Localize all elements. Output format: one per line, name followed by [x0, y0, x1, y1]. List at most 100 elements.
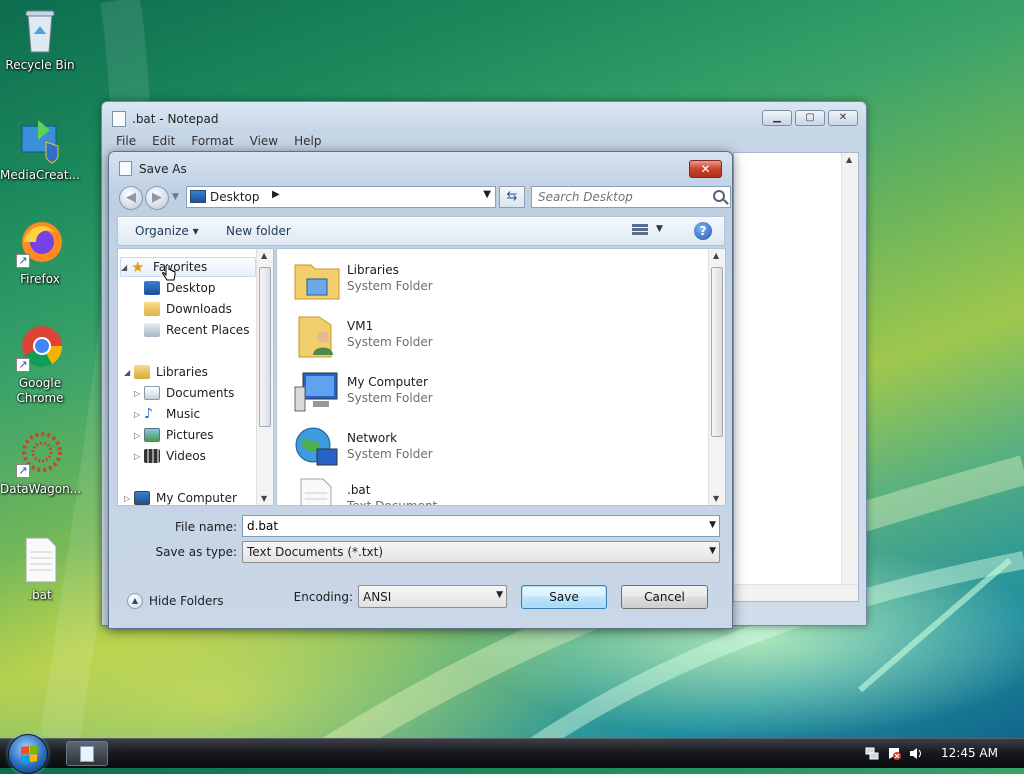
- organize-button[interactable]: Organize ▾: [135, 224, 199, 238]
- notepad-title: .bat - Notepad: [132, 112, 219, 126]
- views-icon[interactable]: [632, 223, 648, 239]
- collapse-arrow-icon[interactable]: ◢: [124, 368, 134, 377]
- nav-label: Videos: [166, 449, 206, 463]
- nav-item-libraries[interactable]: ◢ Libraries: [124, 362, 208, 382]
- desktop-icon-mediacreation[interactable]: MediaCreat...: [0, 116, 80, 183]
- search-box[interactable]: [531, 186, 731, 208]
- menu-view[interactable]: View: [242, 132, 286, 152]
- help-button[interactable]: ?: [694, 222, 712, 240]
- nav-item-music[interactable]: ▷ ♪ Music: [134, 404, 200, 424]
- volume-icon[interactable]: [909, 747, 923, 760]
- nav-item-downloads[interactable]: Downloads: [144, 299, 232, 319]
- save-as-type-select[interactable]: Text Documents (*.txt) ▼: [242, 541, 720, 563]
- chevron-up-icon: ▲: [127, 593, 143, 609]
- address-dropdown-icon[interactable]: ▼: [483, 189, 491, 200]
- file-name-input[interactable]: [247, 519, 687, 533]
- search-icon[interactable]: [713, 190, 725, 202]
- chevron-down-icon[interactable]: ▼: [709, 546, 716, 556]
- notepad-vertical-scrollbar[interactable]: ▲: [841, 153, 858, 601]
- network-globe-icon: [293, 425, 341, 471]
- expand-arrow-icon[interactable]: ▷: [124, 494, 134, 503]
- expand-arrow-icon[interactable]: ▷: [134, 410, 144, 419]
- recycle-bin-icon: [16, 6, 64, 54]
- close-button[interactable]: ✕: [828, 110, 858, 126]
- desktop-icon-label: Google Chrome: [16, 376, 64, 405]
- collapse-arrow-icon[interactable]: ◢: [121, 263, 131, 272]
- nav-label: Libraries: [156, 365, 208, 379]
- menu-help[interactable]: Help: [286, 132, 329, 152]
- dialog-close-button[interactable]: ✕: [689, 160, 722, 178]
- nav-item-recent-places[interactable]: Recent Places: [144, 320, 249, 340]
- address-bar[interactable]: Desktop ▶ ▼: [186, 186, 496, 208]
- file-item-bat[interactable]: .bat Text Document: [293, 475, 593, 505]
- scrollbar-thumb[interactable]: [259, 267, 271, 427]
- network-icon[interactable]: [865, 747, 879, 760]
- refresh-button[interactable]: ⇆: [499, 186, 525, 208]
- taskbar-notepad-button[interactable]: [66, 741, 108, 766]
- file-name: Network: [347, 431, 398, 445]
- computer-icon: [134, 491, 150, 505]
- nav-item-videos[interactable]: ▷ Videos: [134, 446, 206, 466]
- scroll-up-icon[interactable]: ▲: [846, 155, 852, 164]
- forward-button[interactable]: ▶: [145, 186, 169, 210]
- breadcrumb-chevron-icon[interactable]: ▶: [272, 189, 280, 200]
- taskbar-clock[interactable]: 12:45 AM: [941, 746, 998, 760]
- file-name: .bat: [347, 483, 371, 497]
- taskbar: 12:45 AM: [0, 734, 1024, 774]
- minimize-button[interactable]: ▁: [762, 110, 792, 126]
- nav-label: Documents: [166, 386, 235, 400]
- back-button[interactable]: ◀: [119, 186, 143, 210]
- scroll-up-icon[interactable]: ▲: [261, 251, 267, 260]
- nav-item-documents[interactable]: ▷ Documents: [134, 383, 234, 403]
- desktop-icon-firefox[interactable]: ↗ Firefox: [0, 220, 80, 287]
- maximize-button[interactable]: ▢: [795, 110, 825, 126]
- scroll-down-icon[interactable]: ▼: [713, 494, 719, 503]
- file-list-scrollbar[interactable]: ▲ ▼: [708, 249, 725, 505]
- recent-pages-dropdown-icon[interactable]: ▼: [172, 192, 179, 202]
- menu-file[interactable]: File: [108, 132, 144, 152]
- nav-label: My Computer: [156, 491, 237, 505]
- file-name-combo[interactable]: ▼: [242, 515, 720, 537]
- chevron-down-icon[interactable]: ▼: [709, 520, 716, 530]
- file-item-network[interactable]: Network System Folder: [293, 423, 593, 475]
- views-dropdown-icon[interactable]: ▼: [656, 224, 663, 234]
- nav-label: Music: [166, 407, 201, 421]
- new-folder-button[interactable]: New folder: [226, 224, 291, 238]
- expand-arrow-icon[interactable]: ▷: [134, 452, 144, 461]
- desktop-icon-bat-file[interactable]: .bat: [0, 536, 80, 603]
- notepad-horizontal-scrollbar[interactable]: [734, 584, 858, 601]
- menu-edit[interactable]: Edit: [144, 132, 183, 152]
- save-button[interactable]: Save: [521, 585, 607, 609]
- chevron-down-icon[interactable]: ▼: [496, 590, 503, 600]
- menu-format[interactable]: Format: [183, 132, 241, 152]
- hide-folders-label: Hide Folders: [149, 594, 224, 608]
- desktop-icon-datawagon[interactable]: ↗ DataWagon...: [0, 430, 81, 497]
- mediacreation-tool-icon: [16, 116, 64, 164]
- desktop-icon-chrome[interactable]: ↗ Google Chrome: [0, 324, 80, 406]
- encoding-select[interactable]: ANSI ▼: [358, 585, 507, 608]
- scroll-up-icon[interactable]: ▲: [713, 251, 719, 260]
- navigation-pane-scrollbar[interactable]: ▲ ▼: [256, 249, 273, 505]
- address-location[interactable]: Desktop: [210, 190, 260, 204]
- scrollbar-thumb[interactable]: [711, 267, 723, 437]
- file-item-my-computer[interactable]: My Computer System Folder: [293, 367, 593, 419]
- desktop-icon-recycle-bin[interactable]: Recycle Bin: [0, 6, 80, 73]
- expand-arrow-icon[interactable]: ▷: [134, 389, 144, 398]
- search-input[interactable]: [538, 190, 703, 204]
- action-center-alert-icon[interactable]: [887, 747, 901, 760]
- expand-arrow-icon[interactable]: ▷: [134, 431, 144, 440]
- nav-item-my-computer[interactable]: ▷ My Computer: [124, 488, 237, 505]
- nav-item-desktop[interactable]: Desktop: [144, 278, 216, 298]
- file-item-libraries[interactable]: Libraries System Folder: [293, 255, 593, 307]
- file-type: System Folder: [347, 391, 433, 405]
- nav-item-pictures[interactable]: ▷ Pictures: [134, 425, 214, 445]
- notepad-text-area[interactable]: ▲: [733, 152, 859, 602]
- save-as-dialog: Save As ✕ ◀ ▶ ▼ Desktop ▶ ▼ ⇆ Organize ▾…: [108, 151, 733, 629]
- notepad-titlebar[interactable]: .bat - Notepad ▁ ▢ ✕: [102, 102, 866, 132]
- start-button[interactable]: [8, 734, 48, 774]
- scroll-down-icon[interactable]: ▼: [261, 494, 267, 503]
- cancel-button[interactable]: Cancel: [621, 585, 708, 609]
- file-item-vm1[interactable]: VM1 System Folder: [293, 311, 593, 363]
- nav-item-favorites[interactable]: ◢ ★ Favorites: [120, 257, 256, 277]
- hide-folders-button[interactable]: ▲ Hide Folders: [127, 591, 224, 611]
